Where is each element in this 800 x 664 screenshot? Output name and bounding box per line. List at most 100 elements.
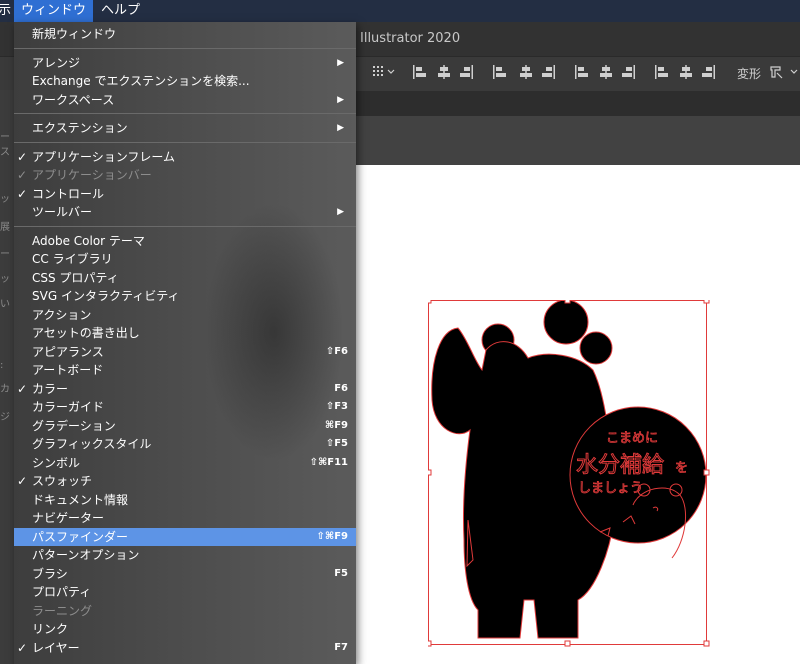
menu-item-label: シンボル [32,455,81,470]
menu-item[interactable]: ドキュメント情報 [14,491,356,509]
menu-item-label: エクステンション [32,121,128,135]
bear-silhouette [431,299,707,639]
menu-item-label: ワークスペース [32,92,115,107]
checkmark-icon: ✓ [17,474,28,488]
menu-item-label: コントロール [32,186,105,201]
menu-item-label: ラーニング [32,603,93,618]
menu-item-label: カラー [32,381,69,396]
menu-separator [14,141,356,143]
align-tool-icon[interactable] [436,64,452,80]
menu-item-shortcut: ⇧F5 [325,438,348,449]
menu-separator [14,47,356,49]
menu-item[interactable]: カラーガイド ⇧F3 [14,398,356,416]
checkmark-icon: ✓ [17,381,28,396]
submenu-arrow-icon: ▶ [337,207,344,217]
menu-item[interactable]: CSS プロパティ [14,269,356,287]
align-tool-icon[interactable] [700,64,716,80]
menu-item-label: レイヤー [32,640,80,655]
window-menu-dropdown: 新規ウィンドウアレンジ ▶ Exchange でエクステンションを検索... ワークス… [14,22,356,664]
menu-item[interactable]: ワークスペース ▶ [14,91,356,109]
menu-item[interactable]: ✓ カラー F6 [14,380,356,398]
menu-item[interactable]: ✓ レイヤー F7 [14,639,356,657]
menu-item[interactable]: 新規ウィンドウ [14,25,356,43]
menu-item: ✓ アプリケーションバー [14,166,356,184]
menu-item[interactable]: SVG インタラクティビティ [14,287,356,305]
menu-item-label: ドキュメント情報 [32,492,129,507]
menu-item-label: Exchange でエクステンションを検索... [32,74,250,88]
transform-options-icon[interactable] [769,64,799,80]
menu-item-label: スウォッチ [32,474,93,488]
grid-align-icon[interactable] [372,64,396,80]
align-tool-icon[interactable] [678,64,694,80]
menu-item[interactable]: アートボード [14,361,356,379]
menu-item[interactable]: ✓ スウォッチ [14,472,356,490]
menu-item[interactable]: ブラシ F5 [14,565,356,583]
menu-item[interactable]: グラデーション ⌘F9 [14,417,356,435]
menu-item[interactable]: グラフィックスタイル ⇧F5 [14,435,356,453]
menu-item[interactable]: パターンオプション [14,546,356,564]
align-tool-icon[interactable] [598,64,614,80]
menu-item[interactable]: アセットの書き出し [14,324,356,342]
menu-item-label: アクション [32,307,92,322]
menu-item-label: CSS プロパティ [32,270,119,285]
menu-bar: 示 ウィンドウ ヘルプ [0,0,800,22]
align-tool-icon[interactable] [654,64,670,80]
menu-item-label: アートボード [32,363,104,377]
align-tool-icon[interactable] [518,64,534,80]
menu-item-label: グラフィックスタイル [32,437,152,451]
artwork-text-line2-suffix: を [675,461,688,476]
menu-item[interactable]: シンボル ⇧⌘F11 [14,454,356,472]
artwork-text-line2: 水分補給 [576,453,664,478]
menu-item-shortcut: ⇧⌘F11 [309,456,348,468]
align-tool-icon[interactable] [620,64,636,80]
menu-item[interactable]: アレンジ ▶ [14,54,356,72]
menu-item-label: アピアランス [32,344,104,359]
menu-item-label: アプリケーションフレーム [32,149,176,164]
menubar-item-help[interactable]: ヘルプ [94,0,147,22]
menu-item-shortcut: ⇧⌘F9 [316,530,348,542]
checkmark-icon: ✓ [17,186,28,201]
menu-item-label: パターンオプション [32,548,140,562]
submenu-arrow-icon: ▶ [337,123,344,133]
menu-item[interactable]: Adobe Color テーマ [14,232,356,250]
align-tool-icon[interactable] [412,64,428,80]
transform-button[interactable]: 変形 [737,65,761,82]
menu-item-label: SVG インタラクティビティ [32,289,180,303]
menu-item[interactable]: ✓ コントロール [14,185,356,203]
menu-item[interactable]: ナビゲーター [14,509,356,527]
menu-item-label: アレンジ [32,55,81,70]
menu-item[interactable]: パスファインダー ⇧⌘F9 [14,527,356,546]
menu-item[interactable]: リンク [14,620,356,638]
menu-separator [14,225,356,227]
menu-item-label: ナビゲーター [32,511,105,525]
menu-item[interactable]: プロパティ [14,583,356,601]
bear-artwork[interactable]: こまめに 水分補給 を しましょう [425,297,718,654]
menu-item[interactable]: ツールバー ▶ [14,203,356,221]
menu-item[interactable]: CC ライブラリ [14,250,356,268]
menu-item-shortcut: ⇧F6 [325,345,348,357]
menu-item-shortcut: F5 [334,567,348,579]
menu-item[interactable]: エクステンション ▶ [14,119,356,137]
align-tool-icon[interactable] [492,64,508,80]
menu-item[interactable]: Exchange でエクステンションを検索... [14,72,356,90]
submenu-arrow-icon: ▶ [337,57,344,68]
menu-item-shortcut: F7 [334,641,348,653]
menu-item-label: カラーガイド [32,400,105,414]
menu-item-shortcut: F6 [334,382,348,394]
menu-item-shortcut: ⇧F3 [325,401,348,412]
menu-item[interactable]: アピアランス ⇧F6 [14,343,356,361]
align-tool-icon[interactable] [574,64,590,80]
menu-item-label: CC ライブラリ [32,252,113,266]
menu-item-label: プロパティ [32,585,92,599]
app-title: Illustrator 2020 [360,31,461,46]
menu-item[interactable]: ✓ アプリケーションフレーム [14,148,356,166]
menu-item-label: ブラシ [32,566,68,581]
submenu-arrow-icon: ▶ [337,94,344,105]
checkmark-icon: ✓ [17,168,28,182]
align-tool-icon[interactable] [540,64,556,80]
align-tool-icon[interactable] [458,64,474,80]
menubar-item-window[interactable]: ウィンドウ [14,0,94,22]
checkmark-icon: ✓ [17,640,28,655]
menu-item-label: アプリケーションバー [32,168,152,182]
menu-item[interactable]: アクション [14,306,356,324]
